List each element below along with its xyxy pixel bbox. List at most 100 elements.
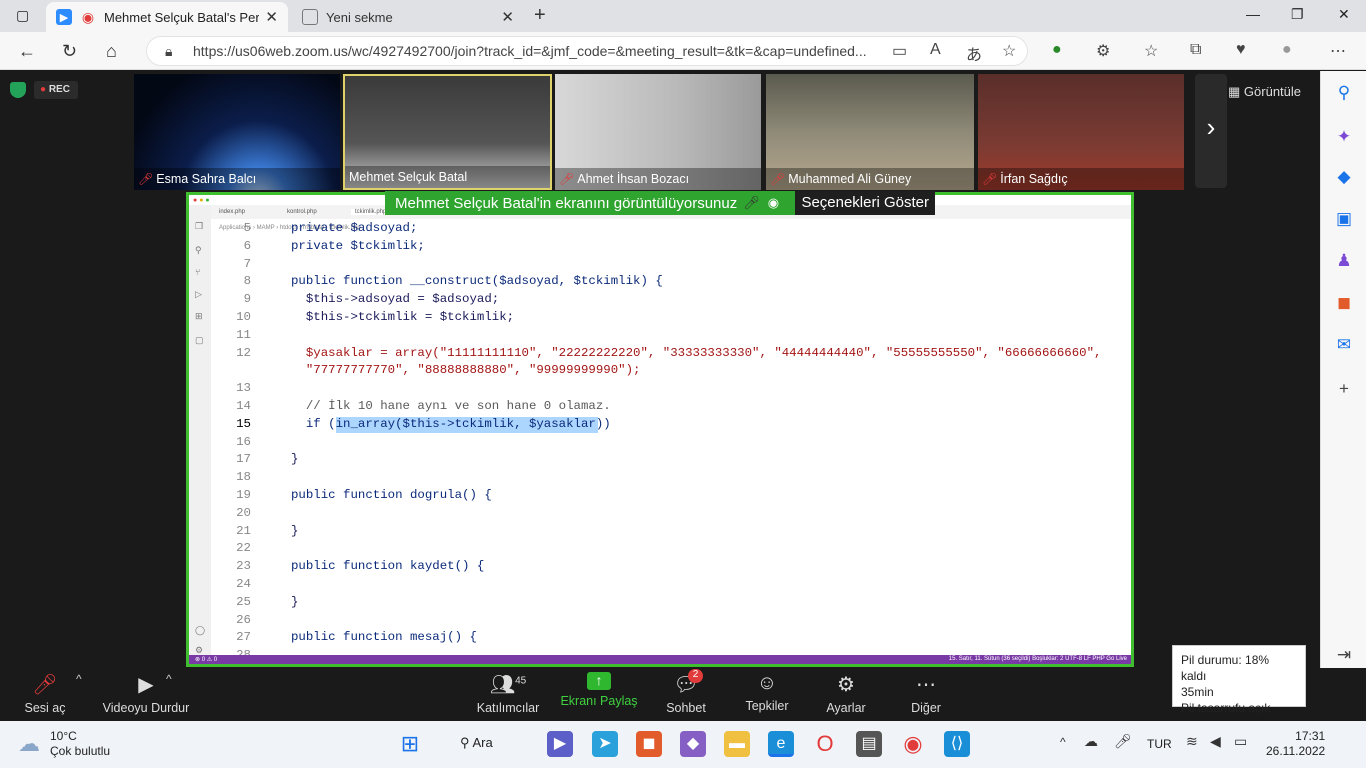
opera-icon[interactable]: O: [812, 731, 838, 757]
file-explorer-icon[interactable]: ▬: [724, 731, 750, 757]
volume-icon[interactable]: ◀: [1210, 733, 1221, 750]
visual-studio-icon[interactable]: ◆: [680, 731, 706, 757]
chevron-up-icon[interactable]: ^: [76, 672, 82, 686]
add-icon[interactable]: +: [1333, 379, 1355, 401]
start-windows-icon[interactable]: ⊞: [397, 731, 423, 757]
outlook-icon[interactable]: ✉: [1333, 335, 1355, 357]
collections-icon[interactable]: ⧉: [1190, 41, 1201, 59]
taskbar-search[interactable]: ⚲ Ara: [460, 735, 493, 751]
code-line[interactable]: 22: [211, 541, 251, 559]
code-line[interactable]: 11: [211, 328, 251, 346]
remote-icon[interactable]: ▢: [195, 335, 204, 346]
unmute-button[interactable]: 🎤︎ Sesi aç: [20, 672, 70, 715]
copilot-icon[interactable]: ✦: [1333, 127, 1355, 149]
chevron-up-icon[interactable]: ^: [166, 672, 172, 686]
refresh-icon[interactable]: ↻: [62, 41, 77, 62]
code-line[interactable]: 13: [211, 381, 251, 399]
more-button[interactable]: ⋯ Diğer: [908, 672, 944, 715]
profile-icon[interactable]: ●: [1282, 41, 1292, 59]
code-line[interactable]: 15 if (in_array($this->tckimlik, $yasakl…: [211, 416, 611, 435]
code-line[interactable]: 19 public function dogrula() {: [211, 488, 492, 506]
explorer-icon[interactable]: ❐: [195, 221, 203, 232]
participant-video[interactable]: 🎤︎ Esma Sahra Balcı: [134, 74, 340, 190]
wifi-icon[interactable]: ≋: [1186, 733, 1198, 750]
code-line[interactable]: 26: [211, 613, 251, 631]
code-line[interactable]: 25}: [211, 595, 298, 613]
tab-actions-icon[interactable]: ▢: [16, 7, 29, 24]
code-line[interactable]: 5 private $adsoyad;: [211, 221, 418, 239]
language-indicator[interactable]: TUR: [1147, 737, 1172, 751]
participants-button[interactable]: 👥︎45 Katılımcılar: [472, 672, 544, 715]
editor-tab[interactable]: kontrol.php: [287, 209, 317, 215]
code-line[interactable]: 14 // İlk 10 hane aynı ve son hane 0 ola…: [211, 399, 611, 417]
show-options-button[interactable]: Seçenekleri Göster: [795, 191, 935, 215]
next-participants-icon[interactable]: ›: [1195, 74, 1227, 188]
games-icon[interactable]: ♟: [1333, 251, 1355, 273]
chrome-icon[interactable]: ◉: [900, 731, 926, 757]
mic-icon[interactable]: 🎤︎: [1114, 733, 1132, 750]
search-icon[interactable]: ⚲: [1333, 83, 1355, 105]
translate-icon[interactable]: あ: [966, 41, 982, 65]
share-screen-button[interactable]: ↑ Ekranı Paylaş: [560, 672, 638, 708]
code-line[interactable]: 24: [211, 577, 251, 595]
participant-video[interactable]: 🎤︎ İrfan Sağdıç: [978, 74, 1184, 190]
code-line[interactable]: "77777777770", "88888888880", "999999999…: [211, 363, 641, 381]
code-line[interactable]: 6 private $tckimlik;: [211, 239, 425, 257]
edge-browser-icon[interactable]: e: [768, 731, 794, 757]
vscode-icon[interactable]: ⟨⟩: [944, 731, 970, 757]
lock-icon[interactable]: 🔒︎: [165, 43, 172, 60]
stop-video-button[interactable]: ▶ Videoyu Durdur: [98, 672, 194, 715]
code-line[interactable]: 9 $this->adsoyad = $adsoyad;: [211, 292, 500, 310]
minimize-icon[interactable]: —: [1246, 6, 1260, 22]
telegram-icon[interactable]: ➤: [592, 731, 618, 757]
sidebar-toggle-icon[interactable]: ⇥: [1333, 645, 1355, 667]
back-icon[interactable]: ←: [18, 41, 36, 62]
office-icon[interactable]: ◼: [636, 731, 662, 757]
tab-zoom-meeting[interactable]: ▶ ◉ Mehmet Selçuk Batal's Pers… ✕: [46, 2, 288, 32]
tray-app-icon[interactable]: ☁: [1084, 733, 1098, 750]
media-icon[interactable]: ▤: [856, 731, 882, 757]
code-line[interactable]: 16: [211, 435, 251, 453]
more-menu-icon[interactable]: ⋯: [1330, 41, 1346, 61]
participant-video[interactable]: 🎤︎ Ahmet İhsan Bozacı: [555, 74, 761, 190]
read-aloud-icon[interactable]: A: [930, 41, 941, 59]
teams-icon[interactable]: ▶: [547, 731, 573, 757]
extensions-icon[interactable]: ⊞: [195, 311, 203, 322]
weather-cloud-icon[interactable]: ☁: [18, 731, 40, 757]
tools-icon[interactable]: ▣: [1333, 209, 1355, 231]
code-line[interactable]: 10 $this->tckimlik = $tckimlik;: [211, 310, 514, 328]
source-control-icon[interactable]: ⑂: [195, 267, 200, 277]
code-line[interactable]: 18: [211, 470, 251, 488]
participant-video-active-speaker[interactable]: Mehmet Selçuk Batal: [343, 74, 552, 190]
extensions-icon[interactable]: ⚙: [1096, 41, 1110, 61]
weather-widget[interactable]: 10°C Çok bulutlu: [50, 729, 110, 759]
shopping-icon[interactable]: ◆: [1333, 167, 1355, 189]
code-line[interactable]: 27 public function mesaj() {: [211, 630, 477, 648]
security-shield-icon[interactable]: [10, 82, 26, 98]
close-window-icon[interactable]: ✕: [1338, 6, 1350, 23]
code-line[interactable]: 12 $yasaklar = array("11111111110", "222…: [211, 346, 1101, 364]
account-icon[interactable]: ◯: [195, 625, 205, 636]
close-tab-icon[interactable]: ✕: [265, 8, 278, 26]
code-line[interactable]: 7: [211, 257, 251, 275]
extension-globe-icon[interactable]: ●: [1052, 41, 1062, 59]
editor-tab[interactable]: index.php: [219, 209, 245, 215]
code-line[interactable]: 17}: [211, 452, 298, 470]
tab-new-tab[interactable]: Yeni sekme ✕: [292, 2, 524, 32]
favorites-icon[interactable]: ☆: [1144, 41, 1158, 61]
settings-button[interactable]: ⚙ Ayarlar: [824, 672, 868, 715]
reactions-button[interactable]: ☺ Tepkiler: [742, 672, 792, 713]
code-line[interactable]: 21}: [211, 524, 298, 542]
close-tab-icon[interactable]: ✕: [501, 8, 514, 26]
favorite-add-icon[interactable]: ☆: [1002, 41, 1016, 61]
camera-icon[interactable]: ▭: [892, 41, 907, 61]
clock[interactable]: 17:31 26.11.2022: [1266, 729, 1325, 759]
home-icon[interactable]: ⌂: [106, 41, 117, 62]
run-debug-icon[interactable]: ▷: [195, 289, 202, 300]
new-tab-button[interactable]: +: [534, 4, 546, 27]
chevron-up-icon[interactable]: ^: [1060, 735, 1066, 749]
code-line[interactable]: 8 public function __construct($adsoyad, $…: [211, 274, 663, 292]
search-icon[interactable]: ⚲: [195, 245, 202, 256]
office-icon[interactable]: ◼: [1333, 293, 1355, 315]
problems-indicator[interactable]: ⊗ 0 ⚠ 0: [195, 657, 217, 663]
